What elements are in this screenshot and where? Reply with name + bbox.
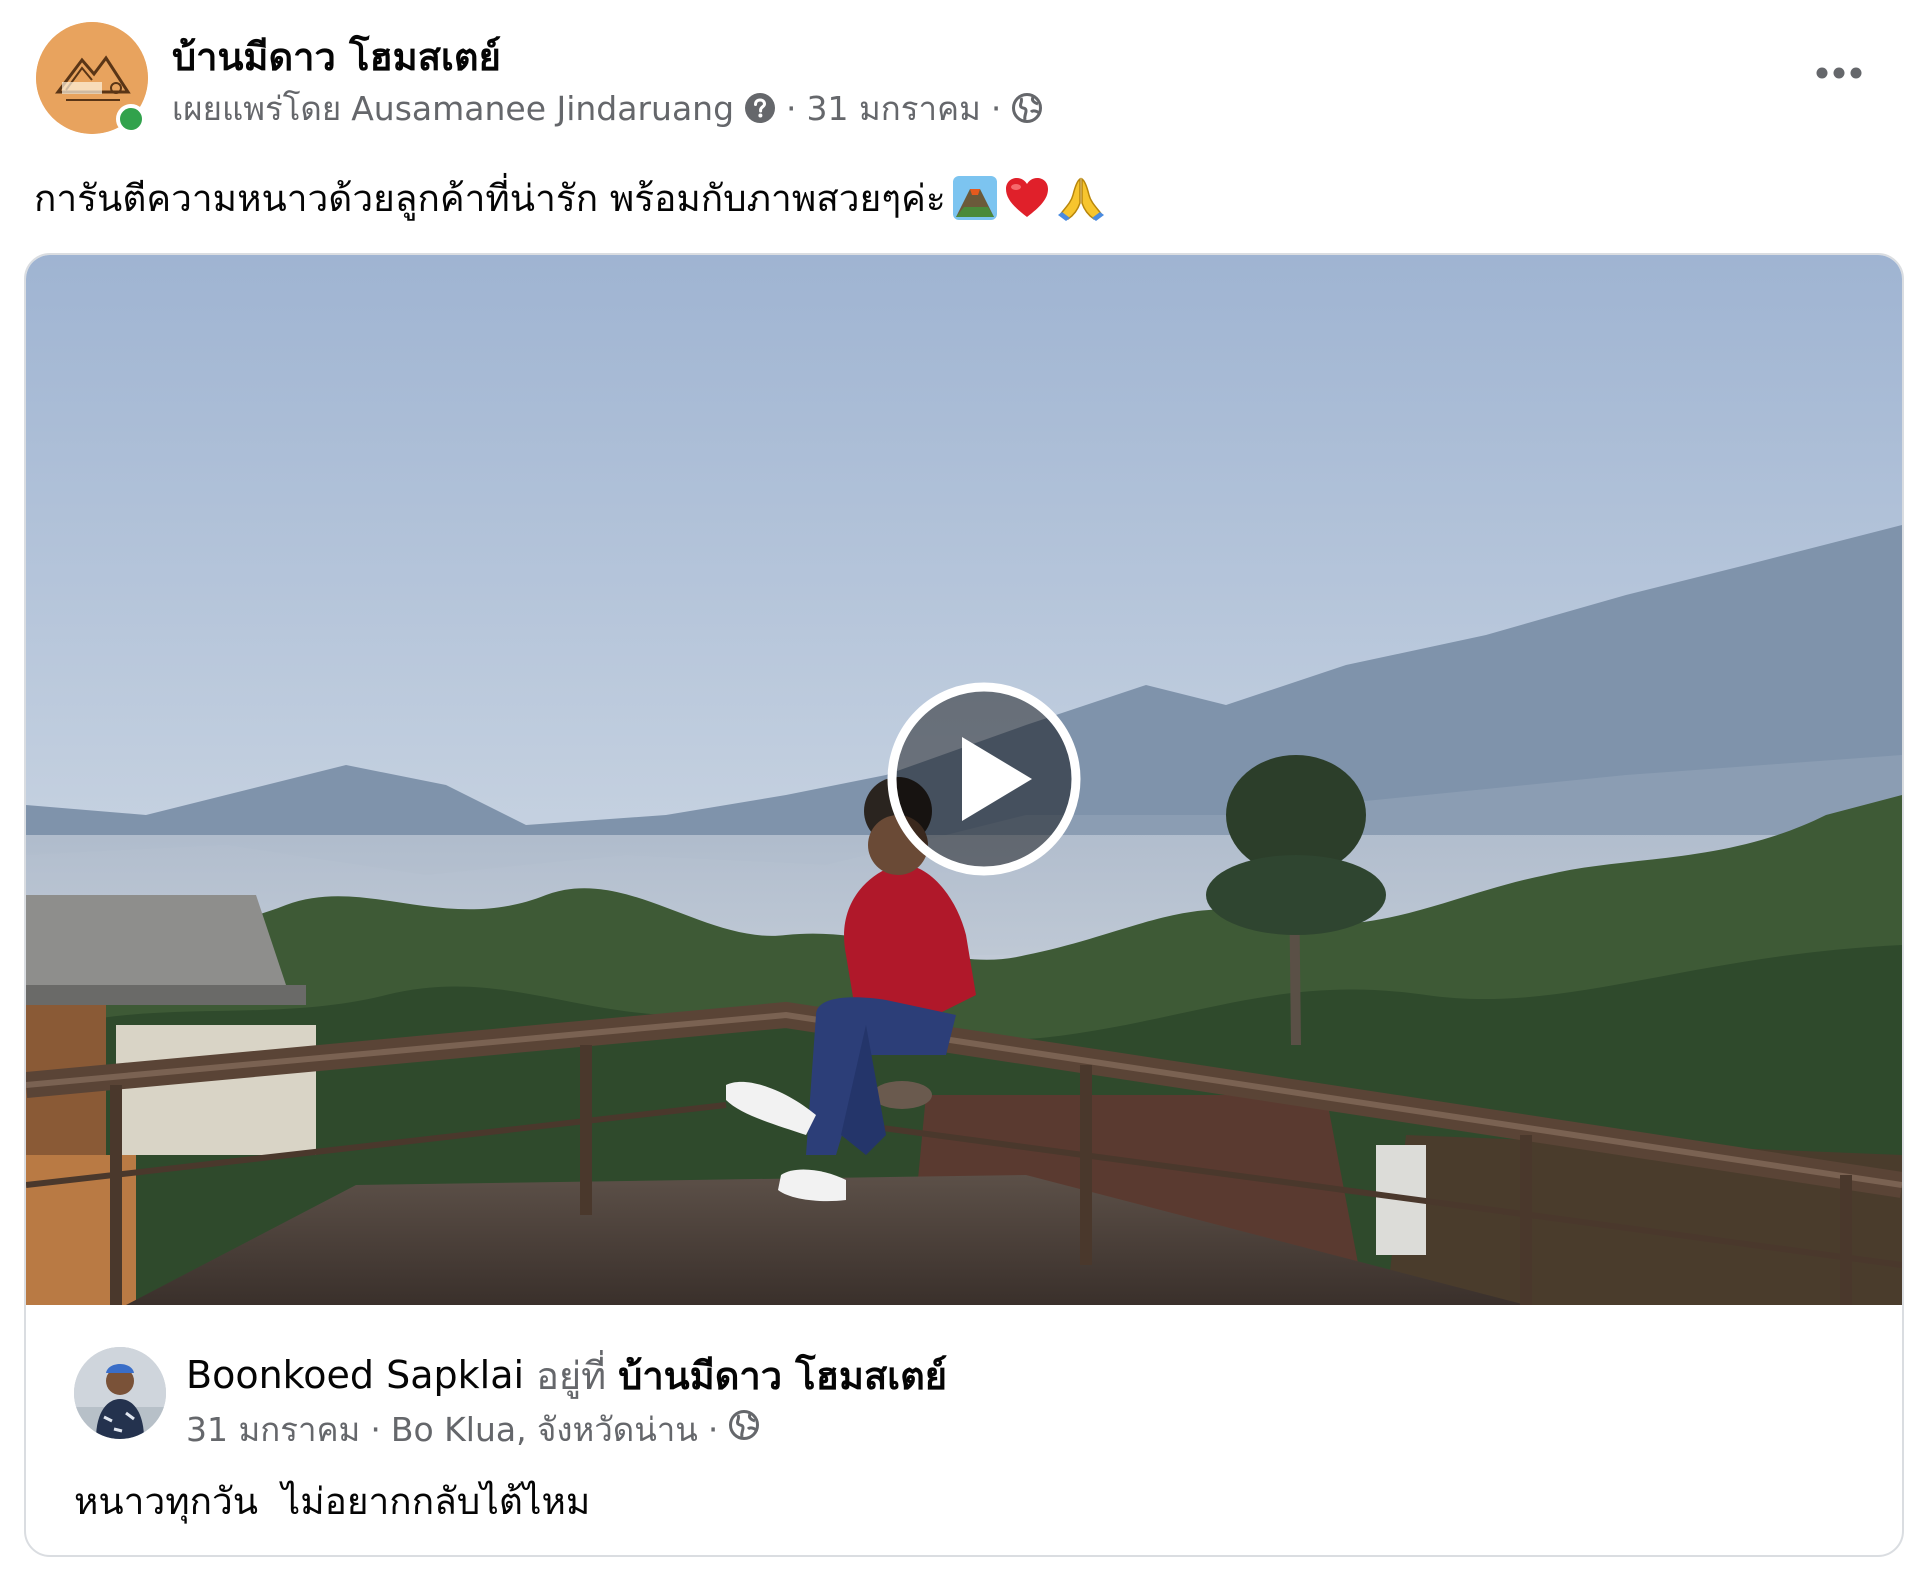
facebook-post: บ้านมีดาว โฮมสเตย์ เผยแพร่โดย Ausamanee … <box>0 0 1920 1571</box>
globe-icon[interactable] <box>728 1409 760 1449</box>
shared-location-link[interactable]: Bo Klua, จังหวัดน่าน <box>391 1403 698 1456</box>
more-dots-icon <box>1816 67 1862 79</box>
shared-video-card: Boonkoed Sapklai อยู่ที่ บ้านมีดาว โฮมสเ… <box>24 253 1904 1557</box>
shared-author-name[interactable]: Boonkoed Sapklai <box>186 1353 524 1397</box>
online-status-dot <box>116 104 146 134</box>
post-date-link[interactable]: 31 มกราคม <box>807 82 981 135</box>
folded-hands-emoji <box>1056 175 1106 221</box>
meta-separator-2: · <box>990 88 1002 128</box>
shared-meta-separator: · <box>370 1409 381 1449</box>
post-meta: เผยแพร่โดย Ausamanee Jindaruang · 31 มกร… <box>172 86 1043 130</box>
shared-meta-separator-2: · <box>707 1409 719 1449</box>
shared-place-link[interactable]: บ้านมีดาว โฮมสเตย์ <box>618 1345 947 1406</box>
shared-date-link[interactable]: 31 มกราคม <box>186 1403 360 1456</box>
shared-author-line: Boonkoed Sapklai อยู่ที่ บ้านมีดาว โฮมสเ… <box>186 1347 947 1403</box>
more-options-button[interactable] <box>1804 48 1874 98</box>
shared-message: หนาวทุกวัน ไม่อยากกลับไต้ไหม <box>74 1479 591 1523</box>
post-message-text: การันตีความหนาวด้วยลูกค้าที่น่ารัก พร้อม… <box>34 176 946 220</box>
play-icon <box>887 682 1081 876</box>
question-icon[interactable] <box>744 92 776 124</box>
shared-at-label: อยู่ที่ <box>536 1353 607 1398</box>
shared-author-avatar[interactable] <box>74 1347 166 1439</box>
meta-separator: · <box>786 88 797 128</box>
post-message: การันตีความหนาวด้วยลูกค้าที่น่ารัก พร้อม… <box>34 168 1106 228</box>
globe-icon[interactable] <box>1011 92 1043 124</box>
page-name[interactable]: บ้านมีดาว โฮมสเตย์ <box>172 26 501 87</box>
shared-meta: 31 มกราคม · Bo Klua, จังหวัดน่าน · <box>186 1407 760 1451</box>
published-by-prefix: เผยแพร่โดย <box>172 88 342 128</box>
page-name-link[interactable]: บ้านมีดาว โฮมสเตย์ <box>172 35 501 79</box>
video-play-button[interactable] <box>886 681 1082 877</box>
publisher-link[interactable]: Ausamanee Jindaruang <box>351 89 734 128</box>
volcano-emoji <box>952 175 998 221</box>
heart-emoji <box>1004 175 1050 221</box>
